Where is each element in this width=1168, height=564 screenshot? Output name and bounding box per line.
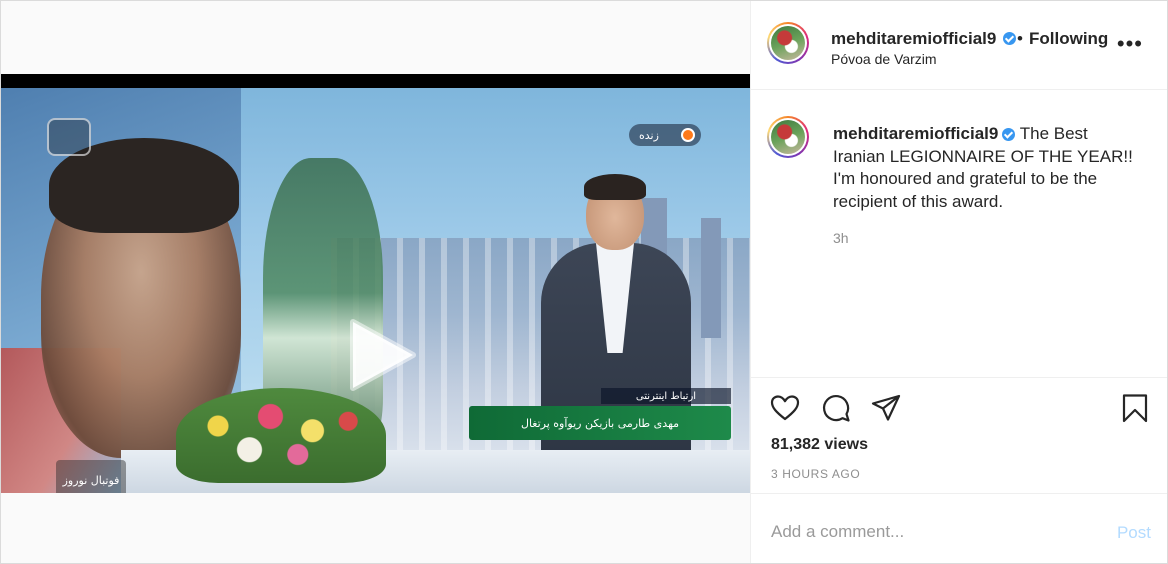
lower-third: مهدی طارمی بازیکن ریوآوه پرتغال bbox=[469, 406, 731, 440]
caption-text-wrap: mehditaremiofficial9 The Best Iranian LE… bbox=[833, 123, 1143, 213]
action-bar: 81,382 views 3 HOURS AGO bbox=[751, 377, 1167, 493]
show-logo: فوتبال نوروز bbox=[56, 460, 126, 493]
comment-icon[interactable] bbox=[821, 393, 851, 423]
live-dot-icon bbox=[681, 128, 695, 142]
verified-badge-icon bbox=[1003, 32, 1016, 45]
more-icon[interactable]: ••• bbox=[1117, 33, 1143, 55]
verified-badge-icon bbox=[1002, 128, 1016, 142]
video-frame: زنده ارتباط اینترنتی مهدی طارمی بازیکن ر… bbox=[1, 88, 750, 493]
comment-bar: Post bbox=[751, 493, 1167, 564]
lower-third-top: ارتباط اینترنتی bbox=[601, 388, 731, 404]
caption-timestamp: 3h bbox=[833, 230, 849, 246]
comment-input[interactable] bbox=[769, 518, 1073, 546]
live-badge: زنده bbox=[629, 124, 701, 146]
avatar-image bbox=[771, 120, 805, 154]
share-icon[interactable] bbox=[871, 393, 901, 423]
post-sidebar: mehditaremiofficial9 • Following Póvoa d… bbox=[751, 1, 1167, 563]
backdrop-tower bbox=[701, 218, 721, 338]
channel-logo bbox=[47, 118, 91, 156]
caption-username[interactable]: mehditaremiofficial9 bbox=[833, 124, 998, 143]
header-username[interactable]: mehditaremiofficial9 bbox=[831, 29, 996, 49]
post-date[interactable]: 3 HOURS AGO bbox=[771, 467, 860, 481]
bookmark-icon[interactable] bbox=[1120, 393, 1150, 423]
avatar[interactable] bbox=[767, 22, 809, 64]
post-button[interactable]: Post bbox=[1117, 523, 1151, 543]
heart-icon[interactable] bbox=[770, 393, 800, 423]
caption-avatar[interactable] bbox=[767, 116, 809, 158]
view-count[interactable]: 81,382 views bbox=[771, 436, 868, 454]
play-icon[interactable] bbox=[339, 314, 421, 396]
live-label: زنده bbox=[639, 128, 659, 142]
video-player[interactable]: زنده ارتباط اینترنتی مهدی طارمی بازیکن ر… bbox=[1, 74, 750, 493]
post-modal: زنده ارتباط اینترنتی مهدی طارمی بازیکن ر… bbox=[0, 0, 1168, 564]
media-bottom-padding bbox=[1, 493, 750, 563]
caption-block: mehditaremiofficial9 The Best Iranian LE… bbox=[751, 90, 1167, 376]
media-column: زنده ارتباط اینترنتی مهدی طارمی بازیکن ر… bbox=[1, 1, 751, 563]
location-link[interactable]: Póvoa de Varzim bbox=[831, 51, 937, 67]
avatar-image bbox=[771, 26, 805, 60]
post-header: mehditaremiofficial9 • Following Póvoa d… bbox=[751, 1, 1167, 90]
following-button[interactable]: Following bbox=[1029, 29, 1108, 49]
flower-arrangement bbox=[176, 388, 386, 483]
header-separator: • bbox=[1017, 29, 1023, 48]
presenter-hair bbox=[584, 174, 646, 200]
